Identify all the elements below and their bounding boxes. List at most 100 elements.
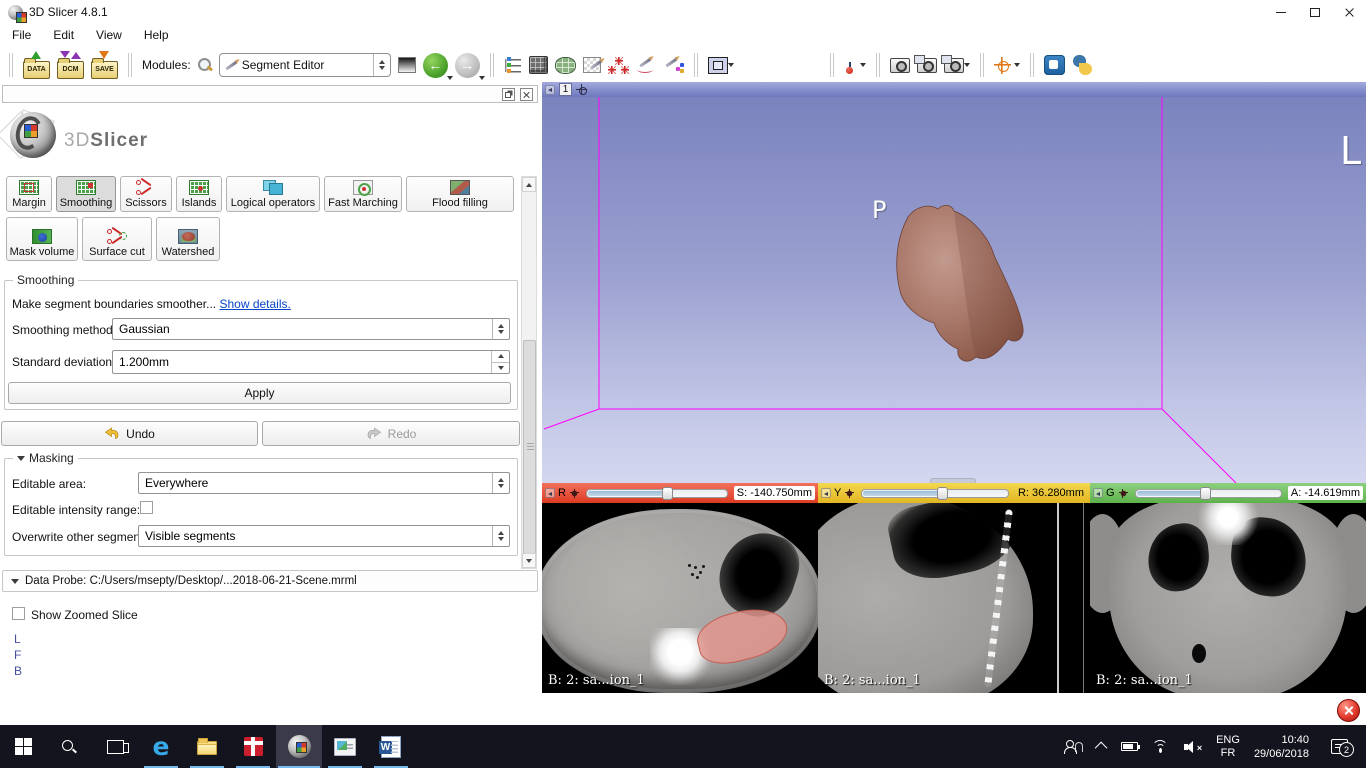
slider-handle[interactable] [662, 487, 673, 500]
taskbar-word-button[interactable]: W [368, 725, 414, 768]
python-console-icon[interactable] [1072, 55, 1093, 75]
masking-title[interactable]: Masking [13, 451, 78, 465]
module-selector-combobox[interactable]: Segment Editor [219, 53, 391, 77]
module-search-icon[interactable] [198, 58, 212, 72]
taskbar-file-explorer-button[interactable] [184, 725, 230, 768]
taskbar-search-button[interactable] [46, 725, 92, 768]
taskbar-slicer-button[interactable] [276, 725, 322, 768]
taskbar-gift-app-button[interactable] [230, 725, 276, 768]
load-data-button[interactable]: DATA [23, 61, 50, 79]
intensity-range-checkbox[interactable] [140, 501, 153, 514]
pin-icon[interactable] [1093, 488, 1103, 498]
menu-edit[interactable]: Edit [53, 28, 74, 42]
effect-smoothing-button[interactable]: Smoothing [56, 176, 116, 212]
data-probe-collapsible[interactable]: Data Probe: C:/Users/msepty/Desktop/...2… [2, 570, 538, 592]
battery-icon[interactable] [1121, 742, 1138, 751]
volume-muted-icon[interactable]: × [1184, 740, 1202, 754]
slice-menu-icon[interactable] [1118, 488, 1129, 499]
method-spinner[interactable] [492, 319, 509, 339]
editable-area-combobox[interactable]: Everywhere [138, 472, 510, 494]
threed-view-controller-bar[interactable]: 1 [542, 82, 1366, 97]
taskbar-edge-button[interactable]: e [138, 725, 184, 768]
pin-icon[interactable] [545, 488, 555, 498]
module-spinner[interactable] [373, 54, 390, 76]
effect-mask-volume-button[interactable]: Mask volume [6, 217, 78, 261]
transforms-module-icon[interactable] [583, 57, 601, 73]
volume-rendering-icon[interactable] [529, 56, 548, 74]
screenshot-gradient-icon[interactable] [398, 57, 416, 73]
undo-button[interactable]: Undo [1, 421, 258, 446]
slice-menu-icon[interactable] [844, 488, 855, 499]
scroll-up-button[interactable] [522, 177, 536, 192]
editor-module-icon[interactable] [664, 57, 684, 73]
effect-logical-operators-button[interactable]: Logical operators [226, 176, 320, 212]
people-tray-icon[interactable] [1064, 740, 1084, 754]
show-zoomed-slice-checkbox[interactable] [12, 607, 25, 620]
panel-undock-button[interactable] [502, 88, 515, 101]
area-spinner[interactable] [492, 473, 509, 493]
start-button[interactable] [0, 725, 46, 768]
module-history-back-button[interactable]: ← [423, 53, 448, 78]
view-options-icon[interactable] [576, 84, 587, 95]
overwrite-combobox[interactable]: Visible segments [138, 525, 510, 547]
layout-selector[interactable] [708, 57, 734, 74]
title-bar[interactable]: 3D Slicer 4.8.1 [0, 0, 1366, 24]
effect-islands-button[interactable]: Islands [176, 176, 222, 212]
coronal-slice-viewport[interactable]: B: 2: sa...ion_1 [1090, 503, 1366, 693]
slice-offset-slider[interactable] [586, 489, 728, 498]
save-button[interactable]: SAVE [91, 61, 118, 79]
effect-margin-button[interactable]: Margin [6, 176, 52, 212]
module-hierarchy-icon[interactable] [504, 57, 522, 74]
markups-fiducial-icon[interactable] [608, 57, 630, 74]
effect-fast-marching-button[interactable]: Fast Marching [324, 176, 402, 212]
slice-menu-icon[interactable] [569, 488, 580, 499]
annotation-ruler-icon[interactable] [637, 57, 657, 73]
module-history-forward-button[interactable]: → [455, 53, 480, 78]
pin-icon[interactable] [821, 488, 831, 498]
effect-watershed-button[interactable]: Watershed [156, 217, 220, 261]
slice-offset-value[interactable]: S: -140.750mm [734, 486, 815, 500]
overwrite-spinner[interactable] [492, 526, 509, 546]
action-center-icon[interactable]: 2 [1331, 739, 1348, 754]
effect-flood-filling-button[interactable]: Flood filling [406, 176, 514, 212]
menu-file[interactable]: File [12, 28, 31, 42]
axial-slice-viewport[interactable]: B: 2: sa...ion_1 [542, 503, 818, 693]
minimize-button[interactable] [1264, 1, 1298, 23]
taskbar-image-viewer-button[interactable] [322, 725, 368, 768]
scene-view-restore-selector[interactable] [944, 58, 970, 73]
slice-offset-slider[interactable] [1135, 489, 1282, 498]
language-indicator[interactable]: ENGFR [1216, 734, 1240, 760]
apply-button[interactable]: Apply [8, 382, 511, 404]
scrollbar-thumb[interactable] [523, 340, 536, 554]
pin-icon[interactable] [545, 85, 555, 95]
forward-dropdown-caret[interactable] [479, 76, 485, 80]
green-slice-controller-bar[interactable]: G A: -14.619mm [1090, 483, 1366, 503]
clock[interactable]: 10:4029/06/2018 [1254, 733, 1309, 761]
menu-view[interactable]: View [96, 28, 122, 42]
slider-handle[interactable] [937, 487, 948, 500]
scene-view-capture-icon[interactable] [917, 58, 937, 73]
mouse-mode-selector[interactable] [844, 56, 866, 74]
crosshair-selector[interactable] [994, 57, 1020, 74]
scroll-down-button[interactable] [522, 553, 536, 568]
extensions-manager-icon[interactable] [1044, 55, 1065, 75]
slice-offset-value[interactable]: A: -14.619mm [1288, 486, 1363, 500]
threed-viewport[interactable]: P L [542, 97, 1366, 483]
effect-surface-cut-button[interactable]: Surface cut [82, 217, 152, 261]
task-view-button[interactable] [92, 725, 138, 768]
back-dropdown-caret[interactable] [447, 76, 453, 80]
slice-offset-slider[interactable] [861, 489, 1009, 498]
stddev-spinbox[interactable]: 1.200mm [112, 350, 510, 374]
load-dicom-button[interactable]: DCM [57, 61, 84, 79]
close-button[interactable] [1332, 1, 1366, 23]
redo-button[interactable]: Redo [262, 421, 520, 446]
panel-close-button[interactable] [520, 88, 533, 101]
panel-scrollbar[interactable] [521, 176, 537, 569]
slider-handle[interactable] [1200, 487, 1211, 500]
tray-expand-icon[interactable] [1095, 742, 1108, 755]
smoothing-method-combobox[interactable]: Gaussian [112, 318, 510, 340]
yellow-slice-controller-bar[interactable]: Y R: 36.280mm [818, 483, 1090, 503]
effect-scissors-button[interactable]: Scissors [120, 176, 172, 212]
menu-help[interactable]: Help [144, 28, 169, 42]
models-module-icon[interactable] [555, 57, 576, 74]
